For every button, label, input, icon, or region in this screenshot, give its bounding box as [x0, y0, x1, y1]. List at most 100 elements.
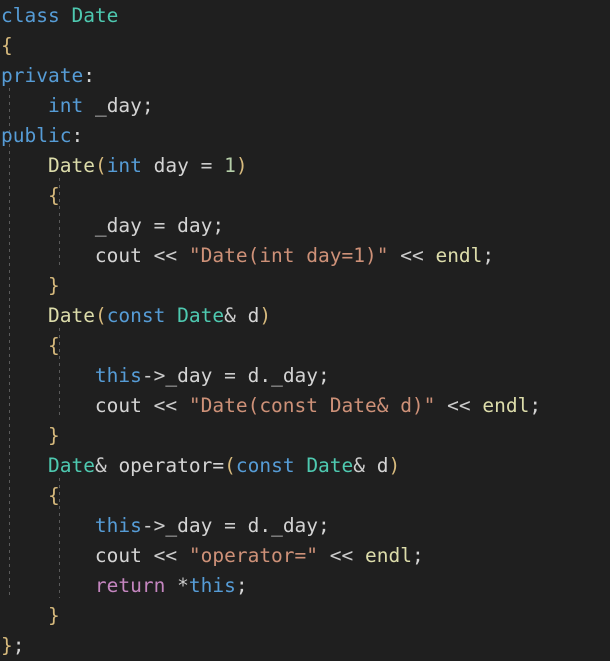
token-string: "Date(int day=1)" — [188, 244, 389, 267]
token-plain: _day — [94, 94, 142, 117]
token-plain: d — [235, 364, 260, 387]
token-function: endl — [365, 544, 412, 567]
token-string: "Date(const Date& d)" — [188, 394, 436, 417]
token-plain: ; — [529, 394, 542, 417]
token-keyword: int — [47, 94, 84, 117]
code-line[interactable]: } — [0, 421, 610, 451]
token-plain: ; — [411, 544, 424, 567]
token-keyword: this — [94, 514, 142, 537]
token-function: endl — [435, 244, 483, 267]
token-plain: day — [141, 154, 201, 177]
token-type: Date — [306, 454, 354, 477]
token-plain: _day — [271, 514, 319, 537]
token-keyword: class — [1, 4, 60, 27]
token-operator: & — [94, 454, 107, 477]
token-function: Date — [47, 304, 95, 327]
token-bracket: ( — [94, 304, 107, 327]
token-keyword: private — [1, 64, 84, 87]
code-line[interactable]: cout << "operator=" << endl; — [0, 541, 610, 571]
token-plain: cout — [94, 544, 142, 567]
token-operator: * — [177, 574, 189, 597]
token-bracket: { — [1, 34, 13, 57]
code-line[interactable]: { — [0, 181, 610, 211]
token-bracket: ) — [235, 154, 248, 177]
code-line[interactable]: int _day; — [0, 91, 610, 121]
token-plain: ; — [212, 214, 225, 237]
token-keyword: this — [188, 574, 236, 597]
token-plain: ; — [141, 94, 154, 117]
token-control: return — [94, 574, 166, 597]
token-operator: = — [224, 364, 236, 387]
code-line[interactable]: { — [0, 481, 610, 511]
code-editor[interactable]: class Date{private: int _day; public: Dat… — [0, 0, 610, 657]
token-type: Date — [47, 454, 95, 477]
token-bracket: } — [47, 424, 60, 447]
token-bracket: } — [47, 604, 60, 627]
token-operator: << — [153, 394, 178, 417]
token-function: Date — [47, 154, 95, 177]
token-plain: ; — [318, 514, 330, 537]
token-plain: : — [71, 124, 84, 147]
code-content[interactable]: class Date{private: int _day; public: Dat… — [0, 0, 610, 661]
code-line[interactable]: cout << "Date(int day=1)" << endl; — [0, 241, 610, 271]
token-plain: : — [83, 64, 95, 87]
token-plain: d — [235, 514, 260, 537]
token-function: endl — [482, 394, 530, 417]
code-line[interactable]: { — [0, 31, 610, 61]
token-plain: _day — [165, 364, 213, 387]
token-bracket: ( — [224, 454, 236, 477]
code-line[interactable]: Date(int day = 1) — [0, 151, 610, 181]
token-plain: . — [259, 514, 272, 537]
token-plain: day — [165, 214, 213, 237]
token-bracket: ) — [388, 454, 401, 477]
code-line[interactable]: } — [0, 271, 610, 301]
code-line[interactable]: this->_day = d._day; — [0, 511, 610, 541]
token-type: Date — [177, 304, 225, 327]
code-line[interactable]: class Date — [0, 1, 610, 31]
code-line[interactable]: Date& operator=(const Date& d) — [0, 451, 610, 481]
code-line[interactable]: { — [0, 331, 610, 361]
token-plain: operator= — [118, 454, 225, 477]
code-line[interactable]: }; — [0, 631, 610, 661]
token-keyword: public — [1, 124, 72, 147]
token-plain: cout — [94, 244, 142, 267]
code-line[interactable]: private: — [0, 61, 610, 91]
token-bracket: } — [1, 634, 13, 657]
token-plain: d — [235, 304, 260, 327]
token-operator: -> — [141, 514, 166, 537]
token-operator: = — [153, 214, 166, 237]
code-line[interactable]: return *this; — [0, 571, 610, 601]
code-line[interactable]: public: — [0, 121, 610, 151]
token-keyword: const — [235, 454, 295, 477]
code-line[interactable]: Date(const Date& d) — [0, 301, 610, 331]
code-line[interactable]: } — [0, 601, 610, 631]
code-line[interactable]: this->_day = d._day; — [0, 361, 610, 391]
code-line[interactable]: _day = day; — [0, 211, 610, 241]
token-bracket: { — [47, 484, 60, 507]
code-line[interactable]: cout << "Date(const Date& d)" << endl; — [0, 391, 610, 421]
